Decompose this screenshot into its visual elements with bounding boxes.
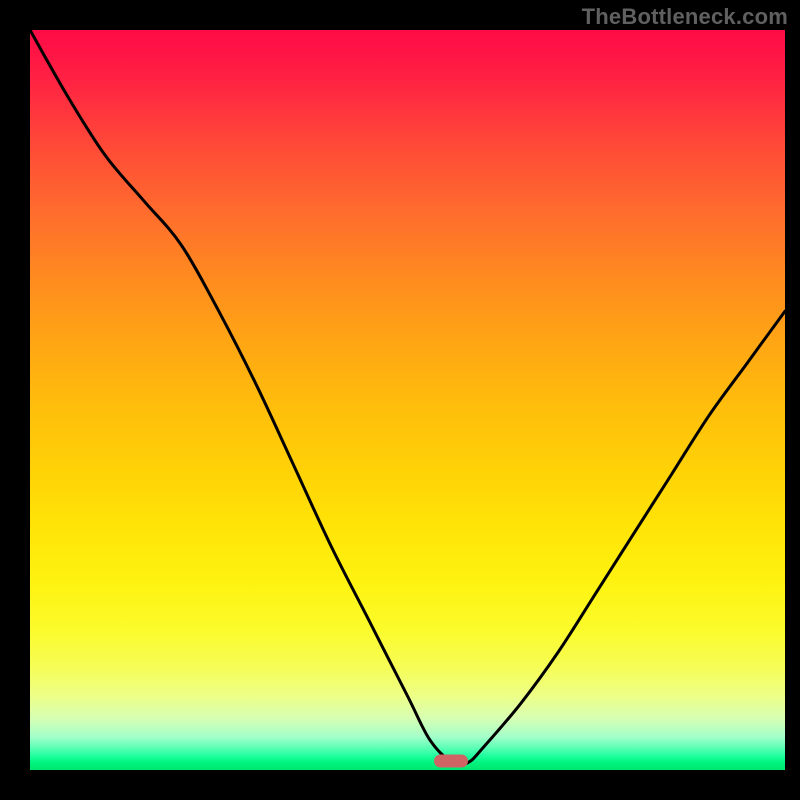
plot-area xyxy=(30,30,785,770)
minimum-marker xyxy=(434,755,468,768)
chart-frame: TheBottleneck.com xyxy=(0,0,800,800)
watermark-label: TheBottleneck.com xyxy=(582,4,788,30)
bottleneck-curve xyxy=(30,30,785,770)
